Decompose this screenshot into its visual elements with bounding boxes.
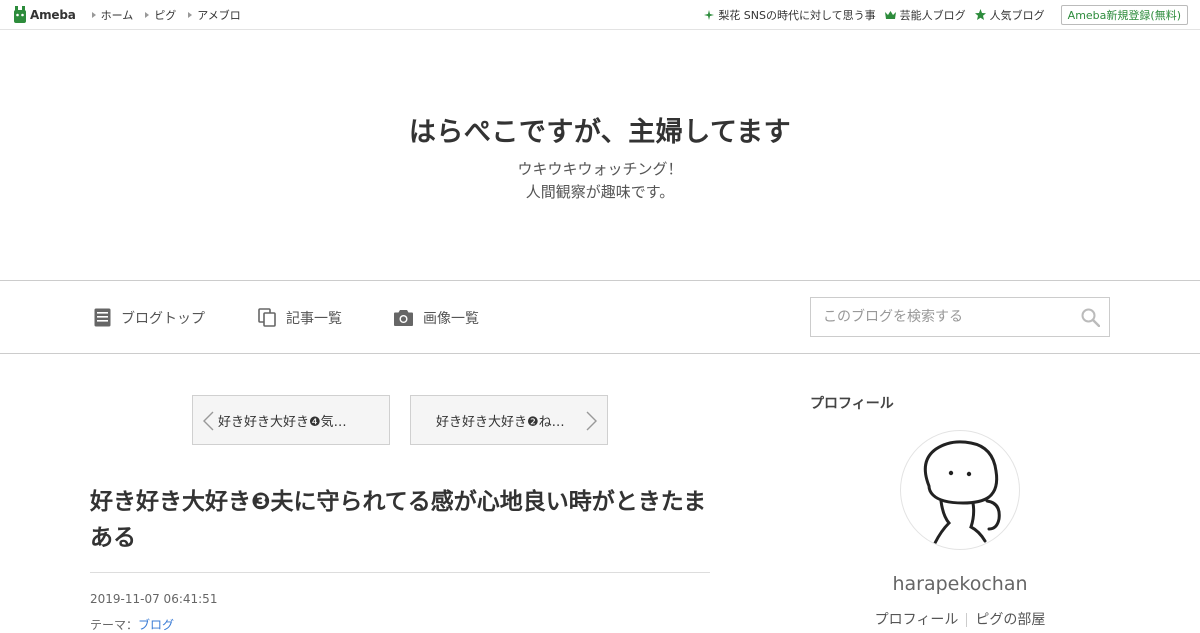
crown-icon [884, 10, 896, 19]
gnav-item-ameblo[interactable]: アメブロ [188, 7, 241, 23]
gnav-item-pigg[interactable]: ピグ [145, 7, 176, 23]
global-nav-right: 梨花 SNSの時代に対して思う事 芸能人ブログ 人気ブログ Ameba新規登録(… [695, 4, 1188, 25]
profile-links: プロフィール ピグの部屋 [810, 609, 1110, 629]
blog-description-line: ウキウキウォッチング！ [517, 160, 683, 178]
star-icon [974, 9, 986, 20]
popular-blog-link[interactable]: 人気ブログ [974, 7, 1045, 23]
popular-blog-label: 人気ブログ [989, 8, 1045, 22]
search-input[interactable] [821, 308, 1071, 326]
next-entry-button[interactable]: 好き好き大好き❷ね… [410, 395, 608, 445]
avatar[interactable] [900, 430, 1020, 550]
search-icon[interactable] [1081, 308, 1100, 327]
celebrity-blog-label: 芸能人ブログ [899, 8, 966, 22]
nav-label: ブログトップ [121, 310, 205, 327]
blog-nav: ブログトップ 記事一覧 画像一覧 [0, 281, 1200, 354]
chevron-right-icon [586, 411, 597, 431]
camera-icon [394, 310, 413, 326]
chevron-left-icon [203, 411, 214, 431]
article-title[interactable]: 好き好き大好き❸夫に守られてる感が心地良い時がときたまある [90, 484, 710, 556]
profile-link[interactable]: プロフィール [867, 612, 967, 628]
article-date: 2019-11-07 06:41:51 [90, 592, 218, 606]
document-icon [94, 308, 111, 327]
prev-entry-label: 好き好き大好き❹気… [218, 414, 347, 430]
global-nav-left: Ameba ホーム ピグ アメブロ [13, 5, 253, 24]
avatar-drawing [923, 440, 1001, 545]
pigg-room-link[interactable]: ピグの部屋 [967, 612, 1053, 628]
nav-entry-list[interactable]: 記事一覧 [258, 281, 342, 354]
signup-button[interactable]: Ameba新規登録(無料) [1060, 4, 1188, 25]
gnav-label: ピグ [154, 8, 177, 22]
trending-topic-label: 梨花 SNSの時代に対して思う事 [718, 8, 876, 22]
prev-entry-button[interactable]: 好き好き大好き❹気… [192, 395, 390, 445]
blog-description-line: 人間観察が趣味です。 [525, 183, 675, 201]
next-entry-label: 好き好き大好き❷ね… [436, 414, 565, 430]
profile-name[interactable]: harapekochan [810, 573, 1110, 595]
nav-label: 記事一覧 [286, 310, 342, 327]
celebrity-blog-link[interactable]: 芸能人ブログ [884, 7, 966, 23]
blog-header: はらぺこですが、主婦してます ウキウキウォッチング！ 人間観察が趣味です。 [0, 30, 1200, 281]
gnav-item-home[interactable]: ホーム [91, 7, 134, 23]
sparkle-icon [704, 9, 715, 20]
caret-right-icon [188, 11, 193, 18]
gnav-label: ホーム [100, 8, 134, 22]
ameba-logo[interactable]: Ameba [13, 5, 76, 24]
blog-description: ウキウキウォッチング！ 人間観察が趣味です。 [0, 158, 1200, 204]
blog-search [810, 297, 1110, 337]
nav-image-list[interactable]: 画像一覧 [394, 281, 479, 354]
caret-right-icon [145, 11, 150, 18]
nav-label: 画像一覧 [423, 310, 479, 327]
blog-title[interactable]: はらぺこですが、主婦してます [0, 110, 1200, 149]
logo-text: Ameba [30, 7, 76, 22]
nav-blog-top[interactable]: ブログトップ [94, 281, 205, 354]
divider [90, 572, 710, 573]
ameba-mascot-icon [14, 5, 26, 23]
trending-topic-link[interactable]: 梨花 SNSの時代に対して思う事 [704, 7, 876, 23]
copy-icon [258, 308, 276, 327]
caret-right-icon [91, 11, 96, 18]
profile-heading: プロフィール [810, 396, 894, 412]
gnav-label: アメブロ [197, 8, 241, 22]
article-theme: テーマ：ブログ [90, 616, 174, 633]
global-header: Ameba ホーム ピグ アメブロ 梨花 SNSの時代に対して思う事 芸能人ブロ… [0, 0, 1200, 30]
